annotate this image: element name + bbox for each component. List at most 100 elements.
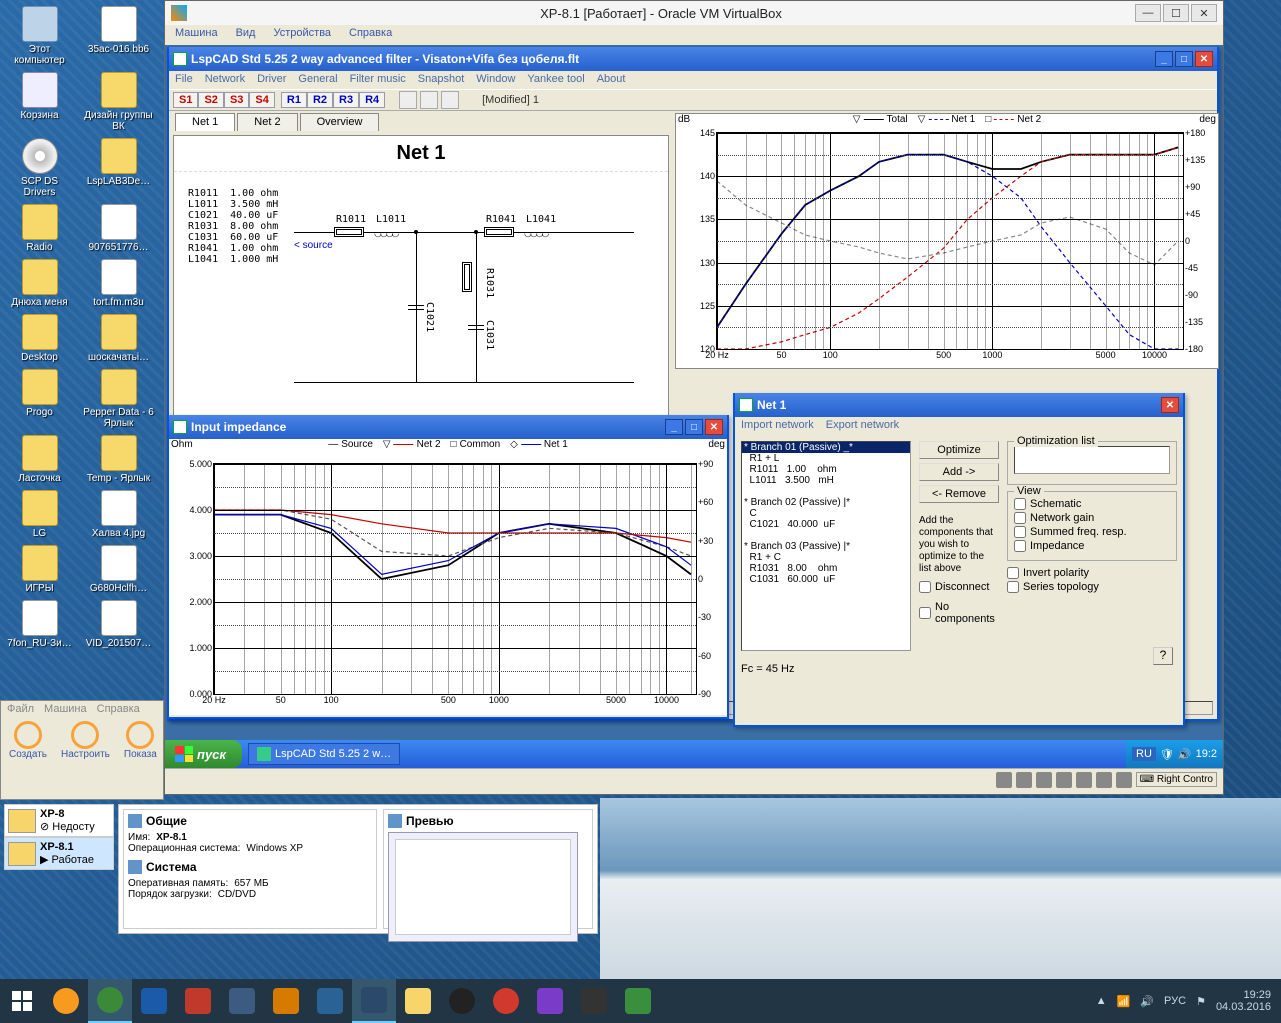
sr-button[interactable]: R3 bbox=[333, 92, 359, 108]
invert-polarity-checkbox[interactable]: Invert polarity bbox=[1007, 567, 1177, 579]
freq-response-chart[interactable]: dB deg ▽Total ▽Net 1 □Net 2 120125130135… bbox=[675, 113, 1219, 369]
menu-item[interactable]: Network bbox=[205, 73, 245, 87]
menu-item[interactable]: Машина bbox=[44, 703, 87, 715]
desktop-icon[interactable]: tort.fm.m3u bbox=[83, 259, 154, 308]
taskbar-app[interactable] bbox=[264, 979, 308, 1023]
taskbar-app[interactable] bbox=[44, 979, 88, 1023]
add-button[interactable]: Add -> bbox=[919, 463, 999, 481]
optimization-list[interactable] bbox=[1014, 446, 1170, 474]
menu-item[interactable]: About bbox=[597, 73, 626, 87]
menu-item[interactable]: Window bbox=[476, 73, 515, 87]
menu-item[interactable]: General bbox=[298, 73, 337, 87]
taskbar-app[interactable] bbox=[176, 979, 220, 1023]
desktop-icon[interactable]: LG bbox=[4, 490, 75, 539]
vm-preview-thumbnail[interactable] bbox=[388, 832, 578, 942]
desktop-icon[interactable]: 907651776… bbox=[83, 204, 154, 253]
menu-item[interactable]: Справка bbox=[349, 27, 392, 43]
start-button[interactable]: пуск bbox=[165, 740, 242, 768]
tab[interactable]: Net 2 bbox=[237, 113, 297, 131]
sr-button[interactable]: S1 bbox=[173, 92, 198, 108]
desktop-icon[interactable]: Халва 4.jpg bbox=[83, 490, 154, 539]
tool-icon[interactable] bbox=[399, 91, 417, 109]
tool-icon[interactable] bbox=[420, 91, 438, 109]
close-button[interactable]: ✕ bbox=[1161, 397, 1179, 413]
tool-icon[interactable] bbox=[441, 91, 459, 109]
menu-item[interactable]: Filter music bbox=[350, 73, 406, 87]
menu-export[interactable]: Export network bbox=[826, 419, 899, 433]
maximize-button[interactable]: ☐ bbox=[1163, 4, 1189, 22]
desktop-icon[interactable]: Progo bbox=[4, 369, 75, 429]
desktop-icon[interactable]: Этот компьютер bbox=[4, 6, 75, 66]
taskbar-app[interactable] bbox=[88, 979, 132, 1023]
maximize-button[interactable]: □ bbox=[1175, 51, 1193, 67]
menu-item[interactable]: Машина bbox=[175, 27, 218, 43]
optimize-button[interactable]: Optimize bbox=[919, 441, 999, 459]
vm-list-item[interactable]: XP-8.1▶ Работае bbox=[4, 837, 114, 870]
schematic-canvas[interactable]: R1011 1.00 ohm L1011 3.500 mH C1021 40.0… bbox=[174, 172, 668, 422]
taskbar-app[interactable] bbox=[132, 979, 176, 1023]
minimize-button[interactable]: — bbox=[1135, 4, 1161, 22]
start-button[interactable] bbox=[0, 979, 44, 1023]
close-button[interactable]: ✕ bbox=[705, 419, 723, 435]
desktop-icon[interactable]: Ласточка bbox=[4, 435, 75, 484]
toolbar-button[interactable]: Настроить bbox=[61, 721, 110, 760]
desktop-icon[interactable]: Desktop bbox=[4, 314, 75, 363]
disconnect-checkbox[interactable]: Disconnect bbox=[919, 581, 999, 593]
taskbar-app[interactable] bbox=[616, 979, 660, 1023]
menu-item[interactable]: Справка bbox=[97, 703, 140, 715]
xp-systray[interactable]: RU 🛡 🔊 19:2 bbox=[1126, 740, 1223, 768]
desktop-icon[interactable]: Корзина bbox=[4, 72, 75, 132]
desktop-icon[interactable]: G680Hclfh… bbox=[83, 545, 154, 594]
view-schematic-checkbox[interactable]: Schematic bbox=[1014, 498, 1170, 510]
sr-button[interactable]: S2 bbox=[198, 92, 223, 108]
remove-button[interactable]: <- Remove bbox=[919, 485, 999, 503]
toolbar-button[interactable]: Показа bbox=[124, 721, 157, 760]
view-impedance-checkbox[interactable]: Impedance bbox=[1014, 540, 1170, 552]
menu-item[interactable]: Устройства bbox=[273, 27, 331, 43]
taskbar-app[interactable] bbox=[440, 979, 484, 1023]
no-components-checkbox[interactable]: No components bbox=[919, 601, 999, 625]
taskbar-app[interactable] bbox=[396, 979, 440, 1023]
tray-icon[interactable]: 📶 bbox=[1117, 995, 1131, 1008]
desktop-icon[interactable]: Temp - Ярлык bbox=[83, 435, 154, 484]
tray-icon[interactable]: ⚑ bbox=[1196, 995, 1206, 1008]
view-summed-checkbox[interactable]: Summed freq. resp. bbox=[1014, 526, 1170, 538]
desktop-icon[interactable]: ИГРЫ bbox=[4, 545, 75, 594]
desktop-icon[interactable]: 35ac-016.bb6 bbox=[83, 6, 154, 66]
sr-button[interactable]: S4 bbox=[249, 92, 274, 108]
minimize-button[interactable]: _ bbox=[1155, 51, 1173, 67]
close-button[interactable]: ✕ bbox=[1195, 51, 1213, 67]
menu-item[interactable]: Snapshot bbox=[418, 73, 464, 87]
series-topology-checkbox[interactable]: Series topology bbox=[1007, 581, 1177, 593]
minimize-button[interactable]: _ bbox=[665, 419, 683, 435]
menu-item[interactable]: Driver bbox=[257, 73, 286, 87]
help-button[interactable]: ? bbox=[1153, 647, 1173, 665]
desktop-icon[interactable]: SCP DS Drivers bbox=[4, 138, 75, 198]
desktop-icon[interactable]: Pepper Data - 6 Ярлык bbox=[83, 369, 154, 429]
branch-list[interactable]: * Branch 01 (Passive) _* R1 + L R1011 1.… bbox=[741, 441, 911, 651]
tray-icon[interactable]: 🛡 bbox=[1160, 748, 1174, 761]
impedance-chart[interactable]: Ohm deg —Source ▽Net 2 □Common ◇Net 1 0.… bbox=[169, 439, 727, 715]
desktop-icon[interactable]: Днюха меня bbox=[4, 259, 75, 308]
desktop-icon[interactable]: VID_201507… bbox=[83, 600, 154, 649]
tab[interactable]: Overview bbox=[300, 113, 380, 131]
desktop-icon[interactable]: 7fon_RU-Зи… bbox=[4, 600, 75, 649]
menu-item[interactable]: Вид bbox=[236, 27, 256, 43]
taskbar-virtualbox[interactable] bbox=[352, 979, 396, 1023]
sr-button[interactable]: R1 bbox=[281, 92, 307, 108]
tray-up-icon[interactable]: ▲ bbox=[1096, 995, 1107, 1007]
maximize-button[interactable]: □ bbox=[685, 419, 703, 435]
taskbar-app-lspcad[interactable]: LspCAD Std 5.25 2 w… bbox=[248, 743, 400, 765]
host-systray[interactable]: ▲ 📶 🔊 РУС ⚑ 19:29 04.03.2016 bbox=[1086, 989, 1281, 1013]
sr-button[interactable]: S3 bbox=[224, 92, 249, 108]
desktop-icon[interactable]: шоскачатьі… bbox=[83, 314, 154, 363]
taskbar-app[interactable] bbox=[220, 979, 264, 1023]
view-gain-checkbox[interactable]: Network gain bbox=[1014, 512, 1170, 524]
tray-icon[interactable]: 🔊 bbox=[1140, 995, 1154, 1008]
tray-icon[interactable]: 🔊 bbox=[1178, 748, 1192, 761]
sr-button[interactable]: R4 bbox=[359, 92, 385, 108]
desktop-icon[interactable]: Дизайн группы ВК bbox=[83, 72, 154, 132]
menu-import[interactable]: Import network bbox=[741, 419, 814, 433]
taskbar-app[interactable] bbox=[572, 979, 616, 1023]
menu-item[interactable]: Yankee tool bbox=[527, 73, 584, 87]
